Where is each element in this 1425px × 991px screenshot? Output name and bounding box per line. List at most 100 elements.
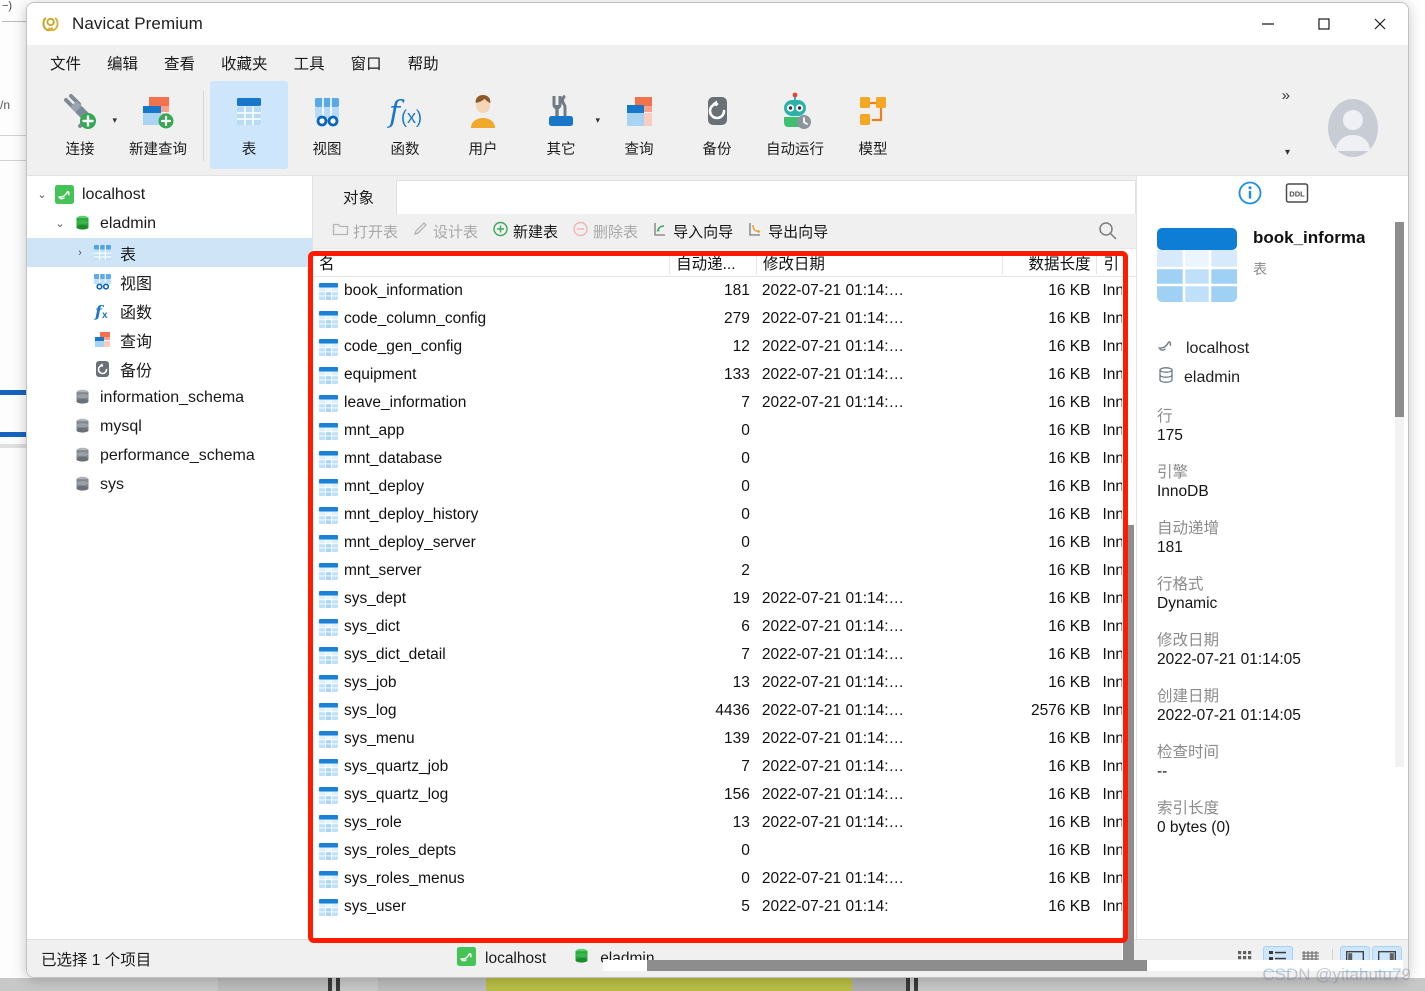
ribbon-button-backup[interactable]: 备份 <box>678 81 756 169</box>
sidebar-item-performance-schema[interactable]: performance_schema <box>27 441 312 470</box>
table-row[interactable]: mnt_server 2 16 KB Inn <box>313 557 1136 585</box>
table-row[interactable]: mnt_app 0 16 KB Inn <box>313 417 1136 445</box>
info-field-key: 检查时间 <box>1157 744 1220 761</box>
open-table-button[interactable]: 打开表 <box>327 219 403 244</box>
table-row[interactable]: code_column_config 279 2022-07-21 01:14:… 1… <box>313 305 1136 333</box>
sidebar-item-information-schema[interactable]: information_schema <box>27 383 312 412</box>
info-panel-scroll-thumb[interactable] <box>1395 222 1404 417</box>
export-wizard-button[interactable]: 导出向导 <box>742 219 833 244</box>
close-button[interactable] <box>1352 3 1408 45</box>
sidebar-item-tables[interactable]: › 表 <box>27 238 312 267</box>
grid-horizontal-scroll-thumb[interactable] <box>647 960 1147 971</box>
search-icon[interactable] <box>1097 220 1118 246</box>
column-header-name[interactable]: 名 <box>313 252 669 274</box>
chevron-down-icon[interactable]: ⌄ <box>33 188 51 201</box>
info-field: 检查时间 -- <box>1157 740 1388 781</box>
ribbon-button-query[interactable]: 查询 <box>600 81 678 169</box>
ribbon-button-automation[interactable]: 自动运行 <box>756 81 834 169</box>
table-row-name: mnt_deploy_history <box>313 506 669 524</box>
table-row[interactable]: leave_information 7 2022-07-21 01:14:… 16 K… <box>313 389 1136 417</box>
sidebar-item-sys[interactable]: sys <box>27 470 312 499</box>
table-row-length: 16 KB <box>1048 422 1091 439</box>
menu-item-help[interactable]: 帮助 <box>395 48 452 78</box>
sidebar-item-views[interactable]: 视图 <box>27 267 312 296</box>
grid-vertical-scroll-thumb[interactable] <box>1123 525 1134 970</box>
chevron-right-icon[interactable]: › <box>71 247 89 259</box>
table-row[interactable]: sys_log 4436 2022-07-21 01:14:… 2576 KB Inn <box>313 697 1136 725</box>
menu-item-file[interactable]: 文件 <box>37 48 94 78</box>
chevron-down-icon[interactable]: ⌄ <box>51 217 69 230</box>
table-row-length: 16 KB <box>1048 394 1091 411</box>
taskbar-seg-6 <box>378 978 486 991</box>
ddl-icon[interactable]: DDL <box>1285 182 1309 209</box>
column-header-modified[interactable]: 修改日期 <box>755 251 1002 274</box>
table-row[interactable]: sys_menu 139 2022-07-21 01:14:… 16 KB Inn <box>313 725 1136 753</box>
ribbon-button-view[interactable]: 视图 <box>288 81 366 169</box>
ribbon-button-model[interactable]: 模型 <box>834 81 912 169</box>
ribbon-button-user[interactable]: 用户 <box>444 81 522 169</box>
table-row[interactable]: mnt_deploy 0 16 KB Inn <box>313 473 1136 501</box>
sidebar-item-backups[interactable]: 备份 <box>27 354 312 383</box>
info-field-value: 175 <box>1157 427 1183 444</box>
table-row[interactable]: sys_dept 19 2022-07-21 01:14:… 16 KB Inn <box>313 585 1136 613</box>
table-row[interactable]: sys_roles_depts 0 16 KB Inn <box>313 837 1136 865</box>
sidebar-item-queries[interactable]: 查询 <box>27 325 312 354</box>
minimize-button[interactable] <box>1240 3 1296 45</box>
automation-icon <box>774 89 816 135</box>
info-field: 修改日期 2022-07-21 01:14:05 <box>1157 628 1388 669</box>
sidebar-item-mysql[interactable]: mysql <box>27 412 312 441</box>
table-row[interactable]: mnt_deploy_server 0 16 KB Inn <box>313 529 1136 557</box>
ribbon-overflow-button[interactable]: » <box>1282 87 1290 104</box>
table-row-length: 16 KB <box>1048 814 1091 831</box>
table-row[interactable]: sys_user 5 2022-07-21 01:14: 16 KB Inn <box>313 893 1136 921</box>
menu-item-window[interactable]: 窗口 <box>338 48 395 78</box>
ribbon-expand-button[interactable]: ▾ <box>1285 147 1290 158</box>
tab-objects[interactable]: 对象 <box>321 180 397 214</box>
ribbon-button-function[interactable]: f (x) 函数 <box>366 81 444 169</box>
ribbon-button-other[interactable]: 其它 ▾ <box>522 81 600 169</box>
table-row[interactable]: sys_job 13 2022-07-21 01:14:… 16 KB Inn <box>313 669 1136 697</box>
menu-item-tools[interactable]: 工具 <box>281 48 338 78</box>
ribbon-button-table[interactable]: 表 <box>210 81 288 169</box>
taskbar-seg-2 <box>218 978 328 991</box>
new-query-icon <box>137 89 179 135</box>
background-browser-strip <box>0 0 26 991</box>
table-row[interactable]: sys_roles_menus 0 2022-07-21 01:14:… 16 KB I… <box>313 865 1136 893</box>
import-wizard-button[interactable]: 导入向导 <box>647 219 738 244</box>
design-table-button[interactable]: 设计表 <box>407 219 483 244</box>
avatar[interactable] <box>1322 97 1384 159</box>
table-row-length: 16 KB <box>1048 674 1091 691</box>
ribbon-button-new-query[interactable]: 新建查询 <box>119 81 197 169</box>
table-row[interactable]: code_gen_config 12 2022-07-21 01:14:… 16 KB… <box>313 333 1136 361</box>
menu-item-favorites[interactable]: 收藏夹 <box>208 48 281 78</box>
sidebar-item-localhost[interactable]: ⌄ localhost <box>27 180 312 209</box>
svg-text:DDL: DDL <box>1289 189 1305 198</box>
sidebar-item-functions[interactable]: f x 函数 <box>27 296 312 325</box>
table-row[interactable]: sys_role 13 2022-07-21 01:14:… 16 KB Inn <box>313 809 1136 837</box>
column-header-engine[interactable]: 引 <box>1096 251 1136 274</box>
info-field-key: 行 <box>1157 408 1173 425</box>
table-row[interactable]: mnt_deploy_history 0 16 KB Inn <box>313 501 1136 529</box>
table-row[interactable]: equipment 133 2022-07-21 01:14:… 16 KB Inn <box>313 361 1136 389</box>
table-row[interactable]: sys_dict_detail 7 2022-07-21 01:14:… 16 KB I… <box>313 641 1136 669</box>
new-table-button[interactable]: 新建表 <box>487 219 563 244</box>
delete-table-button[interactable]: 删除表 <box>567 219 643 244</box>
info-circle-icon[interactable] <box>1237 180 1263 211</box>
status-connection-chip[interactable]: localhost <box>457 946 546 971</box>
menu-item-edit[interactable]: 编辑 <box>94 48 151 78</box>
table-row[interactable]: book_information 181 2022-07-21 01:14:… 16 … <box>313 277 1136 305</box>
function-icon: f (x) <box>383 89 427 135</box>
column-header-length[interactable]: 数据长度 <box>1001 251 1097 274</box>
table-row[interactable]: sys_quartz_job 7 2022-07-21 01:14:… 16 KB In… <box>313 753 1136 781</box>
sidebar-item-eladmin[interactable]: ⌄ eladmin <box>27 209 312 238</box>
table-row[interactable]: mnt_database 0 16 KB Inn <box>313 445 1136 473</box>
ribbon-button-connection[interactable]: 连接 ▾ <box>41 81 119 169</box>
table-row[interactable]: sys_dict 6 2022-07-21 01:14:… 16 KB Inn <box>313 613 1136 641</box>
maximize-button[interactable] <box>1296 3 1352 45</box>
table-row[interactable]: sys_quartz_log 156 2022-07-21 01:14:… 16 KB… <box>313 781 1136 809</box>
info-object-type: 表 <box>1253 261 1267 277</box>
menu-item-view[interactable]: 查看 <box>151 48 208 78</box>
chevron-down-icon[interactable]: ▾ <box>112 115 117 126</box>
tab-strip-filler <box>396 180 1136 214</box>
column-header-auto-inc[interactable]: 自动递... <box>669 251 756 274</box>
